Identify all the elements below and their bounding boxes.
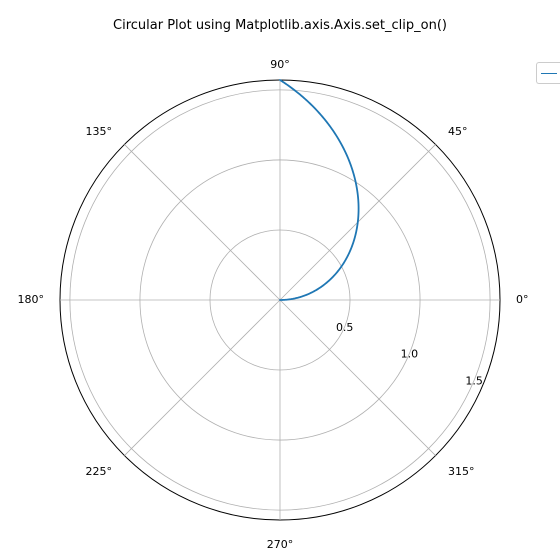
r-label-1p5: 1.5 — [465, 374, 483, 387]
ang-label-180: 180° — [18, 293, 45, 306]
ang-label-135: 135° — [86, 125, 113, 138]
legend-swatch-icon — [541, 73, 557, 74]
radial-labels: 0.5 1.0 1.5 — [336, 321, 483, 388]
r-label-0p5: 0.5 — [336, 321, 354, 334]
ang-label-315: 315° — [448, 465, 475, 478]
r-label-1p0: 1.0 — [401, 348, 419, 361]
ang-label-90: 90° — [270, 58, 290, 71]
ang-label-0: 0° — [516, 293, 529, 306]
ang-label-45: 45° — [448, 125, 468, 138]
polar-axes: 0° 45° 90° 135° 180° 225° 270° 315° 0.5 … — [0, 0, 560, 560]
series-line — [280, 80, 359, 300]
legend-fragment — [536, 62, 560, 84]
angular-labels: 0° 45° 90° 135° 180° 225° 270° 315° — [18, 58, 529, 551]
figure-root: Circular Plot using Matplotlib.axis.Axis… — [0, 0, 560, 560]
ang-label-225: 225° — [86, 465, 113, 478]
ang-label-270: 270° — [267, 538, 294, 551]
